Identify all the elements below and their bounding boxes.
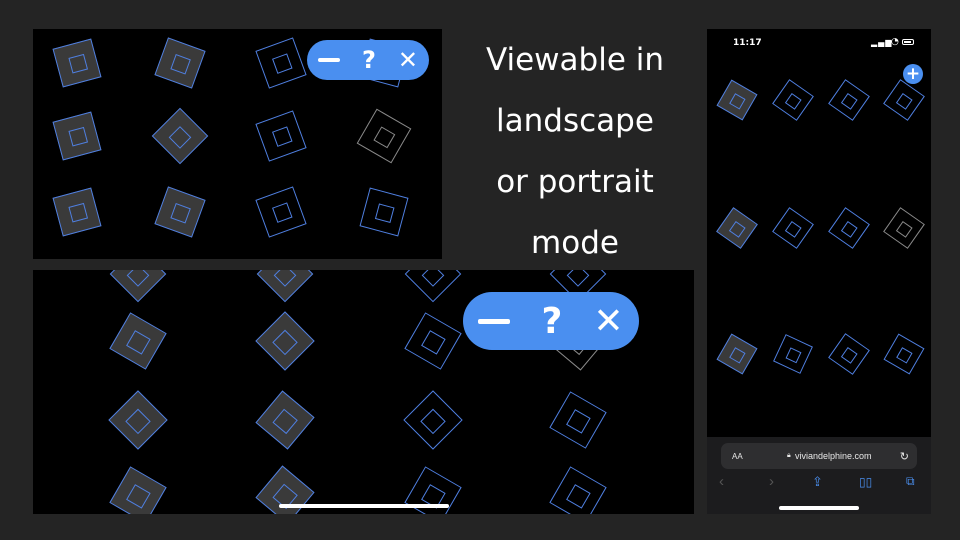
bookmarks-icon[interactable]: ▯▯ [859,475,872,489]
square-tile [828,207,870,249]
close-button[interactable]: ✕ [398,46,418,74]
share-icon[interactable]: ⇪ [812,474,823,490]
minus-icon [478,318,511,324]
square-tile [52,38,102,88]
square-tile [255,110,307,162]
control-pill: ? ✕ [307,40,429,80]
home-indicator [279,504,449,508]
square-tile [828,79,870,121]
square-tile [109,270,167,303]
minus-button[interactable] [478,318,511,324]
url-text: viviandelphine.com [795,451,872,461]
square-tile [255,311,315,371]
square-tile [154,186,206,238]
square-tile [52,187,102,237]
square-tile [403,390,463,450]
square-tile [255,390,315,450]
caption-line: Viewable in [485,42,665,78]
square-tile [716,79,758,121]
square-tile [716,207,758,249]
reload-icon[interactable]: ↻ [900,450,909,463]
square-tile [772,207,814,249]
tabs-icon[interactable]: ⧉ [906,474,915,489]
landscape-screenshot-large: ? ✕ [33,270,694,514]
square-tile [109,312,167,370]
square-tile [549,466,607,514]
minus-icon [317,58,340,62]
wifi-icon: ◔ [891,37,899,47]
square-tile [359,187,409,237]
square-tile [356,108,412,164]
square-tile [404,312,462,370]
square-tile [772,79,814,121]
square-tile [255,37,307,89]
square-tile [255,186,307,238]
square-tile [256,270,314,303]
square-tile [716,333,758,375]
portrait-screenshot: 11:17 ▂▄▆ ◔ + AA 🔒︎ viviandelphine.com ↻… [707,29,931,514]
home-indicator [779,506,859,510]
square-tile [883,79,925,121]
square-tile [52,111,102,161]
caption: Viewable in landscape or portrait mode [462,40,688,284]
caption-line: or portrait [496,164,654,200]
help-button[interactable]: ? [541,301,562,342]
square-tile [883,333,925,375]
text-size-button[interactable]: AA [732,452,743,461]
back-icon[interactable]: ‹ [719,473,724,490]
lock-icon: 🔒︎ [787,452,791,459]
control-pill: ? ✕ [463,292,639,350]
url-field[interactable]: AA 🔒︎ viviandelphine.com ↻ [721,443,917,469]
square-tile [154,37,206,89]
status-bar: 11:17 ▂▄▆ ◔ [707,29,931,59]
browser-toolbar: AA 🔒︎ viviandelphine.com ↻ ‹ › ⇪ ▯▯ ⧉ [707,437,931,514]
square-tile [404,270,462,303]
square-tile [828,333,870,375]
landscape-screenshot-small: ? ✕ [33,29,442,259]
caption-line: landscape [496,103,654,139]
add-button[interactable]: + [903,64,923,84]
status-time: 11:17 [733,38,762,48]
square-tile [109,466,167,514]
forward-icon[interactable]: › [769,473,774,490]
help-button[interactable]: ? [362,46,376,74]
battery-icon [902,39,914,45]
square-tile [151,107,209,165]
square-tile [883,207,925,249]
close-button[interactable]: ✕ [593,301,623,342]
square-tile [773,334,813,374]
square-tile [108,390,168,450]
signal-icon: ▂▄▆ [871,38,893,47]
minus-button[interactable] [317,58,340,62]
square-tile [549,391,607,449]
